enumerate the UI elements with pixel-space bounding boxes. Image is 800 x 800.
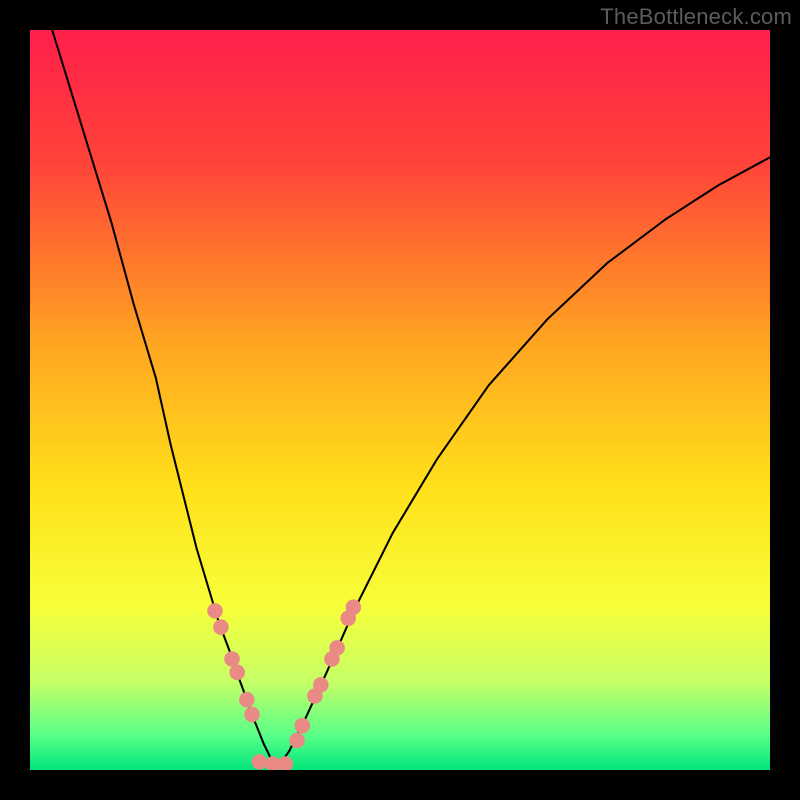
marker-dot	[229, 665, 245, 681]
marker-dot	[244, 707, 260, 723]
watermark-text: TheBottleneck.com	[600, 4, 792, 30]
bottleneck-curve-plot	[30, 30, 770, 770]
marker-dot	[239, 692, 255, 708]
plot-background	[30, 30, 770, 770]
marker-dot	[313, 677, 329, 693]
marker-dot	[329, 640, 345, 656]
marker-dot	[346, 599, 362, 615]
marker-dot	[224, 651, 240, 667]
chart-frame: TheBottleneck.com	[0, 0, 800, 800]
marker-dot	[213, 619, 229, 635]
marker-dot	[289, 733, 305, 749]
marker-dot	[295, 718, 311, 734]
marker-dot	[252, 754, 268, 770]
marker-dot	[207, 603, 223, 619]
